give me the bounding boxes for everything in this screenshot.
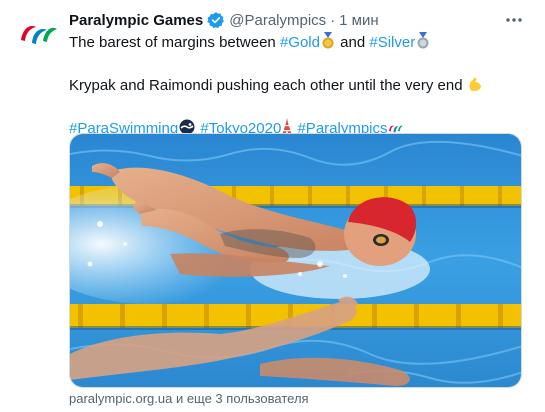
more-horizontal-icon[interactable] <box>504 11 524 29</box>
tweet-content: Paralympic Games @Paralympics · 1 мин Th… <box>69 9 524 141</box>
tweet-footer[interactable]: paralympic.org.ua и еще 3 пользователя <box>69 391 309 406</box>
tweet-line-2: Krypak and Raimondi pushing each other u… <box>69 75 524 98</box>
hashtag-silver[interactable]: #Silver <box>369 34 415 51</box>
tweet-text-part: The barest of margins between <box>69 34 280 51</box>
swimming-photo <box>70 134 521 387</box>
avatar[interactable] <box>14 10 62 58</box>
separator-dot: · <box>330 11 336 29</box>
hashtag-gold[interactable]: #Gold <box>280 34 320 51</box>
gold-medal-emoji <box>320 32 336 55</box>
flexed-biceps-emoji <box>467 75 484 98</box>
tweet-text: The barest of margins between #Gold and … <box>69 32 524 141</box>
tweet-text-and: and <box>335 34 370 51</box>
paralympic-agitos-logo <box>14 10 62 58</box>
silver-medal-emoji <box>415 32 431 55</box>
tweet-text-part: Krypak and Raimondi pushing each other u… <box>69 77 463 94</box>
tweet-timestamp[interactable]: 1 мин <box>339 12 379 29</box>
tweet-header: Paralympic Games @Paralympics · 1 мин <box>69 9 524 31</box>
tweet-media-photo[interactable] <box>69 133 522 388</box>
verified-badge-icon <box>207 11 225 29</box>
tweet-line-1: The barest of margins between #Gold and … <box>69 32 524 55</box>
author-handle[interactable]: @Paralympics <box>229 12 326 29</box>
author-name[interactable]: Paralympic Games <box>69 12 203 29</box>
